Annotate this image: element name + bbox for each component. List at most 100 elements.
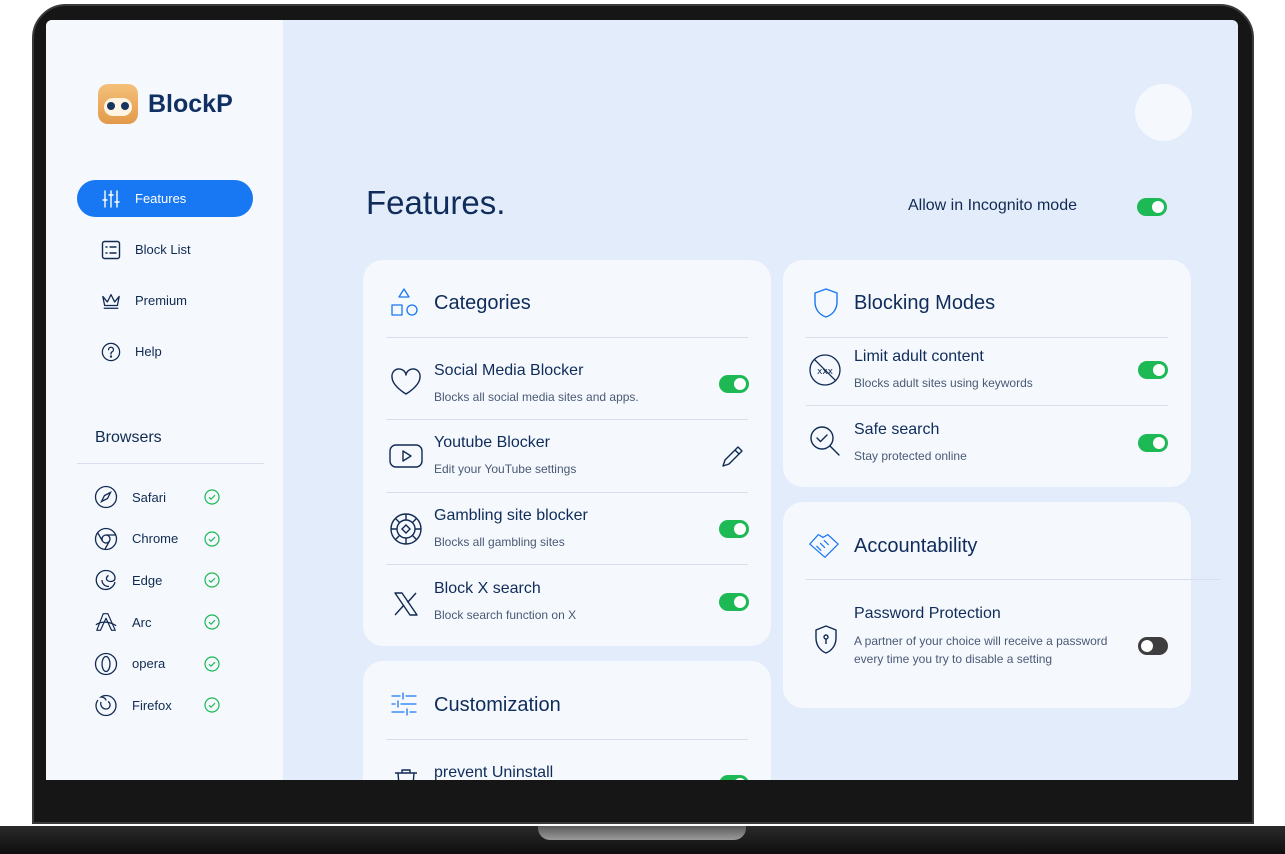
check-icon [204,572,220,588]
sidebar-item-block-list[interactable]: Block List [77,231,253,268]
safe-search-toggle[interactable] [1138,434,1168,452]
browser-list: Safari Chrome Edge Arc opera Firefox [94,484,220,734]
divider [77,463,264,464]
sliders-icon [101,189,121,209]
opera-icon [94,652,118,676]
card-title: Accountability [854,535,978,557]
sidebar-item-features[interactable]: Features [77,180,253,217]
page-title: Features. [366,184,506,221]
sidebar-nav: Features Block List Premium Help [77,180,253,384]
row-description: Blocks all social media sites and apps. [434,390,639,404]
browsers-heading: Browsers [95,429,162,446]
sidebar-item-premium[interactable]: Premium [77,282,253,319]
row-title: Youtube Blocker [434,434,550,451]
customization-card: Customization prevent Uninstall [363,661,771,780]
row-title: Block X search [434,580,541,597]
divider [386,492,748,493]
check-icon [204,489,220,505]
row-title: Password Protection [854,605,1001,622]
divider [806,579,1220,580]
divider [386,739,748,740]
row-description: Stay protected online [854,449,967,463]
app-name: BlockP [148,89,233,118]
check-icon [204,614,220,630]
help-icon [101,342,121,362]
safe-search-icon [807,423,843,459]
categories-card: Categories Social Media Blocker Blocks a… [363,260,771,646]
list-icon [101,240,121,260]
divider [806,337,1168,338]
avatar[interactable] [1135,84,1192,141]
adult-content-toggle[interactable] [1138,361,1168,379]
edge-icon [94,568,118,592]
browser-item-edge[interactable]: Edge [94,567,220,593]
check-icon [204,656,220,672]
row-description: Block search function on X [434,608,577,622]
logo-icon [98,84,138,124]
divider [386,419,748,420]
check-icon [204,697,220,714]
edit-icon[interactable] [714,439,750,475]
divider [806,405,1168,406]
card-title: Customization [434,694,561,716]
row-description: Blocks all gambling sites [434,535,565,549]
firefox-icon [94,693,118,717]
shield-lock-icon [808,622,844,658]
sidebar-item-label: Help [135,344,162,359]
accountability-card: Accountability Password Protection A par… [783,502,1220,708]
divider [386,564,748,565]
browser-item-arc[interactable]: Arc [94,609,220,635]
svg-text:xxx: xxx [817,367,834,377]
password-protection-toggle[interactable] [1138,637,1168,655]
row-description: Blocks adult sites using keywords [854,376,1033,390]
browser-name: opera [132,656,166,672]
browser-item-safari[interactable]: Safari [94,484,220,510]
browser-item-opera[interactable]: opera [94,651,220,677]
sidebar-item-label: Features [135,191,187,206]
logo[interactable]: BlockP [98,84,233,124]
browser-item-firefox[interactable]: Firefox [94,692,220,718]
incognito-toggle[interactable] [1137,198,1167,216]
row-title: Gambling site blocker [434,507,588,524]
shield-icon [809,286,843,320]
browser-name: Safari [132,489,166,505]
divider [386,337,748,338]
sidebar-item-help[interactable]: Help [77,333,253,370]
handshake-icon [807,528,841,562]
trash-icon [388,763,424,780]
incognito-label: Allow in Incognito mode [908,197,1077,214]
x-logo-icon [388,586,424,622]
adjustments-icon [387,687,421,721]
laptop-notch [538,826,746,840]
poker-chip-icon [388,511,424,547]
row-title: Safe search [854,421,940,438]
row-title: Limit adult content [854,348,984,365]
crown-icon [101,291,121,311]
chrome-icon [94,527,118,551]
sidebar-item-label: Premium [135,293,188,308]
card-title: Categories [434,292,531,314]
x-search-toggle[interactable] [719,593,749,611]
check-icon [204,531,220,547]
app-window: BlockP Features Block List Premium Help … [46,20,1238,780]
row-title: Social Media Blocker [434,362,584,379]
browser-item-chrome[interactable]: Chrome [94,526,220,552]
browser-name: Chrome [132,531,179,547]
sidebar-item-label: Block List [135,242,191,257]
heart-icon [388,364,424,400]
browser-name: Firefox [132,697,172,713]
prevent-uninstall-toggle[interactable] [719,775,749,780]
row-title: prevent Uninstall [434,764,554,780]
gambling-toggle[interactable] [719,520,749,538]
safari-icon [94,485,118,509]
social-media-toggle[interactable] [719,375,749,393]
browser-name: Edge [132,572,163,588]
row-description: Edit your YouTube settings [434,462,577,476]
sidebar: BlockP Features Block List Premium Help … [46,20,283,780]
row-description: A partner of your choice will receive a … [854,634,1108,666]
browser-name: Arc [132,614,152,630]
card-title: Blocking Modes [854,292,996,314]
youtube-icon [388,438,424,474]
arc-icon [94,610,118,634]
xxx-block-icon: xxx [807,352,843,388]
